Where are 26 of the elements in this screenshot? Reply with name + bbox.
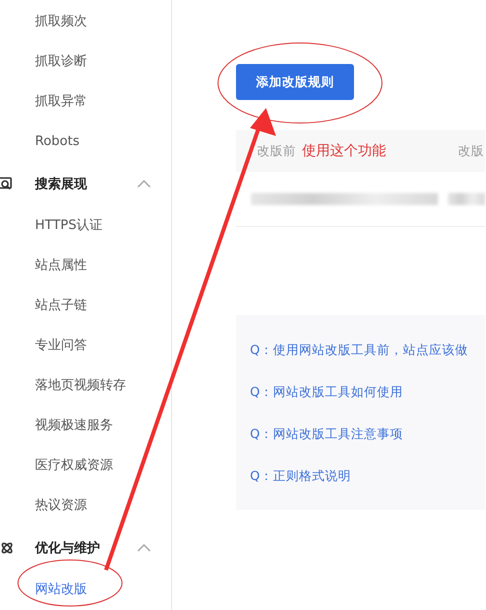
sidebar-item[interactable]: 站点属性: [0, 246, 171, 286]
sidebar-item[interactable]: 站点子链: [0, 286, 171, 326]
atom-icon: [0, 541, 14, 555]
sidebar-item[interactable]: 抓取异常: [0, 82, 171, 122]
sidebar-item[interactable]: 抓取频次: [0, 2, 171, 42]
sidebar-item[interactable]: 热议资源: [0, 486, 171, 526]
sidebar-item[interactable]: 医疗权威资源: [0, 446, 171, 486]
sidebar-item[interactable]: Robots: [0, 122, 171, 162]
add-rule-button[interactable]: 添加改版规则: [236, 64, 354, 100]
sidebar-item[interactable]: 视频极速服务: [0, 406, 171, 446]
section-header[interactable]: 优化与维护: [35, 539, 100, 557]
search-icon: [0, 177, 12, 191]
faq-link[interactable]: Q：使用网站改版工具前，站点应该做: [236, 336, 485, 378]
sidebar-item[interactable]: 抓取诊断: [0, 42, 171, 82]
faq-link[interactable]: Q：网站改版工具注意事项: [236, 420, 485, 462]
section-header[interactable]: 搜索展现: [35, 175, 87, 193]
sidebar-item[interactable]: 网站改版: [0, 570, 171, 610]
column-header: 改版: [458, 142, 484, 160]
sidebar-item[interactable]: 落地页视频转存: [0, 366, 171, 406]
blurred-text: [448, 193, 485, 205]
sidebar-item[interactable]: HTTPS认证: [0, 206, 171, 246]
annotation-text: 使用这个功能: [302, 142, 386, 160]
sidebar-item[interactable]: 专业问答: [0, 326, 171, 366]
faq-link[interactable]: Q：网站改版工具如何使用: [236, 378, 485, 420]
faq-link[interactable]: Q：正则格式说明: [236, 462, 485, 504]
column-header: 改版前: [257, 142, 296, 160]
